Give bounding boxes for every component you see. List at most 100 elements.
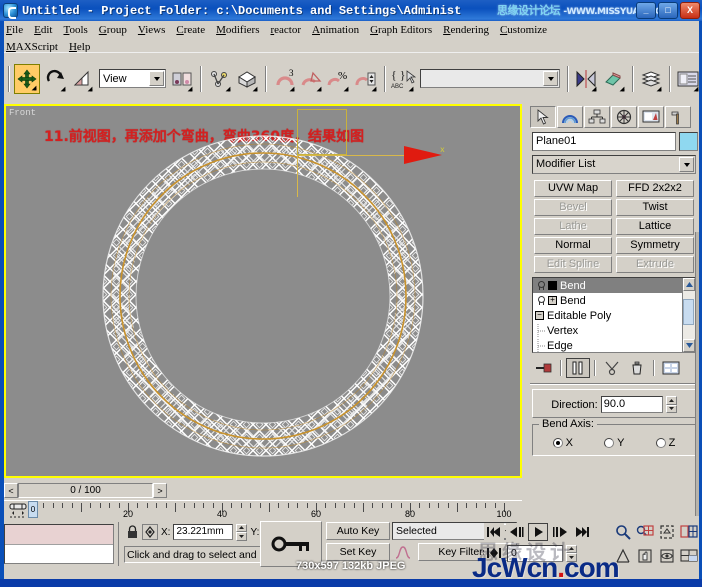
- absolute-relative-toggle[interactable]: [142, 524, 158, 540]
- direction-field[interactable]: 90.0: [600, 396, 663, 413]
- spinner-snap-toggle-button[interactable]: [352, 63, 379, 94]
- zoom-all-button[interactable]: [634, 521, 656, 544]
- scroll-down-button[interactable]: [683, 339, 695, 352]
- zoom-button[interactable]: [612, 521, 634, 544]
- menu-item-reactor[interactable]: reactor: [270, 23, 308, 37]
- angle-snap-toggle-button[interactable]: [297, 63, 325, 94]
- bend-axis-radio-y[interactable]: Y: [604, 437, 624, 449]
- spinner-down-icon[interactable]: [665, 404, 677, 413]
- auto-key-button[interactable]: Auto Key: [326, 522, 390, 540]
- menu-item-file[interactable]: File: [6, 23, 30, 37]
- chevron-down-icon-2[interactable]: [543, 71, 559, 86]
- pan-button[interactable]: [634, 544, 656, 567]
- select-and-link-button[interactable]: [206, 63, 233, 94]
- chevron-down-icon-modifier[interactable]: [679, 157, 694, 172]
- modifier-stack-item[interactable]: Bend: [533, 278, 682, 293]
- menu-item-graph-editors[interactable]: Graph Editors: [370, 23, 439, 37]
- bend-axis-radio-z[interactable]: Z: [655, 437, 675, 449]
- align-button[interactable]: [600, 63, 627, 94]
- modifier-stack[interactable]: Bend + Bend − Editable Poly Vertex Edge: [532, 277, 696, 353]
- track-bar[interactable]: 20 40 60 80 100 0: [4, 500, 522, 520]
- object-color-swatch[interactable]: [679, 132, 698, 151]
- select-and-move-button[interactable]: [14, 63, 41, 94]
- modifier-button-normal[interactable]: Normal: [534, 237, 612, 254]
- x-coordinate-spinner[interactable]: [236, 523, 248, 541]
- maximize-viewport-button[interactable]: [678, 544, 700, 567]
- menu-item-customize[interactable]: Customize: [500, 23, 554, 37]
- pin-stack-button[interactable]: [532, 358, 556, 378]
- tab-create[interactable]: [530, 106, 556, 128]
- curve-editor-button[interactable]: [674, 63, 701, 94]
- x-coordinate-field[interactable]: 23.221mm: [173, 524, 234, 540]
- x-spinner-down-icon[interactable]: [236, 532, 248, 541]
- tab-utilities[interactable]: [665, 106, 691, 128]
- tab-motion[interactable]: [611, 106, 637, 128]
- menu-item-edit[interactable]: Edit: [34, 23, 59, 37]
- tab-modify[interactable]: [557, 106, 583, 128]
- modifier-stack-item[interactable]: + Bend: [533, 293, 682, 308]
- zoom-extents-button[interactable]: [656, 521, 678, 544]
- menu-item-views[interactable]: Views: [138, 23, 172, 37]
- parameter-curve-button[interactable]: [392, 543, 414, 561]
- chevron-down-icon[interactable]: [149, 71, 165, 86]
- radio-dot-icon[interactable]: [604, 438, 615, 448]
- arc-rotate-button[interactable]: [656, 544, 678, 567]
- reference-coordinate-system-combo[interactable]: View: [98, 69, 167, 88]
- menu-item-rendering[interactable]: Rendering: [443, 23, 496, 37]
- spinner-up-icon[interactable]: [665, 396, 677, 405]
- modifier-stack-scrollbar[interactable]: [682, 278, 695, 352]
- use-center-flyout-button[interactable]: [169, 63, 196, 94]
- modifier-enable-bulb-icon[interactable]: [535, 280, 546, 291]
- x-spinner-up-icon[interactable]: [236, 523, 248, 532]
- mini-listener-input[interactable]: [5, 544, 113, 563]
- modifier-stack-item[interactable]: − Editable Poly: [533, 308, 682, 323]
- menu-item-create[interactable]: Create: [176, 23, 212, 37]
- tab-display[interactable]: [638, 106, 664, 128]
- tab-hierarchy[interactable]: [584, 106, 610, 128]
- modifier-expand-box-icon[interactable]: +: [548, 296, 557, 305]
- remove-modifier-button[interactable]: [625, 358, 649, 378]
- select-and-rotate-button[interactable]: [41, 63, 68, 94]
- mirror-button[interactable]: [573, 63, 600, 94]
- show-end-result-button[interactable]: [566, 358, 590, 378]
- menu-item-animation[interactable]: Animation: [312, 23, 366, 37]
- bend-axis-radio-x[interactable]: X: [552, 437, 573, 449]
- maximize-button[interactable]: □: [658, 2, 678, 19]
- menu-item-group[interactable]: Group: [99, 23, 134, 37]
- modifier-button-twist[interactable]: Twist: [616, 199, 694, 216]
- modifier-button-lattice[interactable]: Lattice: [616, 218, 694, 235]
- bind-to-space-warp-button[interactable]: [233, 63, 260, 94]
- radio-dot-icon[interactable]: [655, 438, 666, 448]
- select-and-scale-button[interactable]: [68, 63, 95, 94]
- zoom-extents-all-button[interactable]: [678, 521, 700, 544]
- scroll-up-button[interactable]: [683, 278, 695, 291]
- modifier-list-dropdown[interactable]: Modifier List: [532, 155, 696, 174]
- time-slider-thumb[interactable]: 0: [28, 501, 38, 518]
- layer-manager-button[interactable]: [637, 63, 664, 94]
- modifier-stack-list[interactable]: Bend + Bend − Editable Poly Vertex Edge: [533, 278, 682, 352]
- front-viewport[interactable]: Front 11.前视图，再添加个弯曲，弯曲360度，结果如图: [4, 104, 522, 478]
- go-to-end-button[interactable]: [572, 523, 592, 541]
- minimize-button[interactable]: _: [636, 2, 656, 19]
- make-unique-button[interactable]: [600, 358, 624, 378]
- scroll-thumb[interactable]: [683, 299, 694, 325]
- direction-spinner[interactable]: [665, 396, 677, 413]
- percent-snap-toggle-button[interactable]: %: [325, 63, 352, 94]
- close-button[interactable]: X: [680, 2, 700, 19]
- selection-lock-toggle[interactable]: [125, 524, 139, 540]
- scroll-track[interactable]: [683, 291, 695, 339]
- named-selection-sets-combo[interactable]: [419, 69, 561, 88]
- time-slider-frame-display[interactable]: 0 / 100: [18, 483, 153, 498]
- modifier-enable-bulb-icon[interactable]: [535, 295, 546, 306]
- track-selection-icon[interactable]: [6, 501, 30, 521]
- named-selection-sets-button[interactable]: { } ABC: [389, 63, 416, 94]
- menu-item-modifiers[interactable]: Modifiers: [216, 23, 266, 37]
- time-slider-prev-button[interactable]: <: [4, 483, 18, 498]
- modifier-stack-item[interactable]: Vertex: [533, 323, 682, 338]
- modifier-stack-item[interactable]: Edge: [533, 338, 682, 352]
- modifier-button-ffd-2x2x2[interactable]: FFD 2x2x2: [616, 180, 694, 197]
- radio-dot-icon[interactable]: [552, 438, 563, 448]
- set-key-button[interactable]: Set Key: [326, 543, 390, 561]
- configure-modifier-sets-button[interactable]: [659, 358, 683, 378]
- maxscript-mini-listener[interactable]: [4, 524, 114, 564]
